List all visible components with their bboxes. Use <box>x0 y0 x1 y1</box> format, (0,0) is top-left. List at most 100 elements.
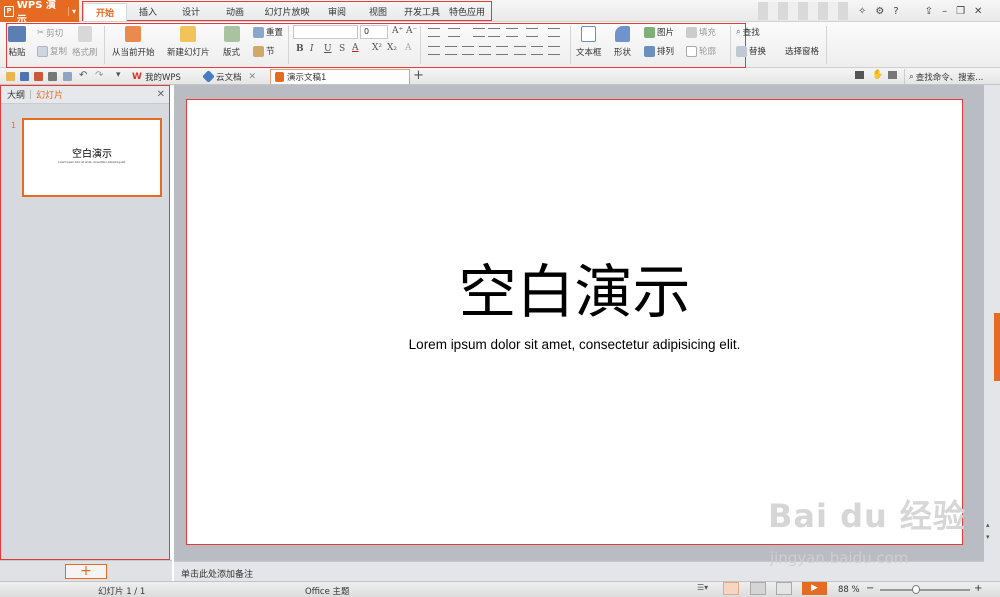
paragraph-spacing-icon[interactable] <box>531 46 543 55</box>
new-slide-button[interactable]: 新建幻灯片 <box>167 26 210 58</box>
doc-tab-cloud-docs[interactable]: 云文档 ✕ <box>200 69 260 84</box>
close-tab-icon[interactable]: ✕ <box>249 72 257 82</box>
slide-sorter-view-button[interactable] <box>750 582 766 595</box>
add-slide-button[interactable]: + <box>65 564 107 579</box>
tab-view[interactable]: 视图 <box>357 2 399 20</box>
play-slideshow-button[interactable]: ▶ <box>802 582 827 595</box>
tab-animation[interactable]: 动画 <box>213 2 257 20</box>
slide-subtitle[interactable]: Lorem ipsum dolor sit amet, consectetur … <box>187 337 962 352</box>
slide-title[interactable]: 空白演示 <box>187 245 962 329</box>
zoom-level[interactable]: 88 % <box>838 585 860 595</box>
find-button[interactable]: ⌕ 查找 <box>736 26 760 38</box>
restore-button[interactable]: ❐ <box>956 6 965 17</box>
align-center-icon[interactable] <box>445 46 457 55</box>
undo-icon[interactable]: ↶ <box>79 70 87 81</box>
normal-view-button[interactable] <box>723 582 739 595</box>
fill-button[interactable]: 填充 <box>686 26 716 38</box>
tab-review[interactable]: 审阅 <box>317 2 357 20</box>
text-box-button[interactable]: 文本框 <box>576 26 602 58</box>
reset-button[interactable]: 重置 <box>253 26 283 38</box>
text-direction-icon[interactable] <box>548 28 560 37</box>
increase-indent-icon[interactable] <box>488 28 500 37</box>
open-icon[interactable] <box>6 72 15 81</box>
tab-home[interactable]: 开始 <box>83 3 127 21</box>
pin-icon[interactable]: ⇪ <box>925 6 933 17</box>
chevron-down-icon[interactable]: ▾ <box>67 6 76 16</box>
print-preview-icon[interactable] <box>63 72 72 81</box>
close-button[interactable]: ✕ <box>974 6 982 17</box>
superscript-icon[interactable]: X² <box>372 43 382 53</box>
clear-format-icon[interactable]: A <box>405 43 412 53</box>
tab-insert[interactable]: 插入 <box>127 2 169 20</box>
line-spacing-icon[interactable] <box>506 28 518 37</box>
save-icon[interactable] <box>20 72 29 81</box>
select-pane-button[interactable]: 选择窗格 <box>785 45 819 57</box>
arrange-button[interactable]: 排列 <box>644 45 674 57</box>
minimize-button[interactable]: – <box>942 6 947 17</box>
skin-icon[interactable]: ✧ <box>858 6 866 17</box>
tab-special[interactable]: 特色应用 <box>445 2 489 20</box>
help-icon[interactable]: ? <box>893 6 898 17</box>
distribute-icon[interactable] <box>496 46 508 55</box>
layout-button[interactable]: 版式 <box>223 26 240 58</box>
redo-icon[interactable]: ↷ <box>95 70 103 81</box>
hand-icon[interactable]: ✋ <box>872 70 883 80</box>
italic-icon[interactable]: I <box>310 44 314 54</box>
font-color-icon[interactable]: A <box>352 43 359 53</box>
zoom-slider[interactable] <box>880 589 970 591</box>
strikethrough-icon[interactable]: S <box>339 44 345 54</box>
customize-dropdown-icon[interactable]: ▾ <box>116 70 121 80</box>
export-pdf-icon[interactable] <box>34 72 43 81</box>
section-button[interactable]: 节 <box>253 45 275 57</box>
subscript-icon[interactable]: X₂ <box>387 43 397 53</box>
zoom-out-icon[interactable]: − <box>866 583 874 594</box>
underline-icon[interactable]: U <box>324 44 332 54</box>
previous-slide-icon[interactable]: ▴ <box>986 521 990 529</box>
tab-developer[interactable]: 开发工具 <box>399 2 445 20</box>
bold-icon[interactable]: B <box>296 44 304 54</box>
print-icon[interactable] <box>48 72 57 81</box>
slide-canvas[interactable]: 空白演示 Lorem ipsum dolor sit amet, consect… <box>186 99 963 545</box>
side-panel-toggle[interactable] <box>994 313 1000 381</box>
format-painter-button[interactable]: 格式刷 <box>72 26 98 58</box>
bullet-list-icon[interactable] <box>428 28 440 37</box>
tab-outline[interactable]: 大纲 <box>7 88 25 101</box>
cut-button[interactable]: ✂ 剪切 <box>37 27 63 39</box>
next-slide-icon[interactable]: ▾ <box>986 533 990 541</box>
justify-icon[interactable] <box>479 46 491 55</box>
smartart-icon[interactable] <box>548 46 560 55</box>
zoom-in-icon[interactable]: + <box>974 583 982 594</box>
new-tab-icon[interactable]: + <box>413 68 424 83</box>
paste-button[interactable]: 粘贴 <box>8 26 26 58</box>
vertical-align-icon[interactable] <box>514 46 526 55</box>
reading-view-button[interactable] <box>776 582 792 595</box>
annotation-icon[interactable]: ☰▾ <box>697 583 708 592</box>
columns-icon[interactable] <box>526 28 538 37</box>
tab-design[interactable]: 设计 <box>169 2 213 20</box>
font-name-select[interactable] <box>293 25 358 39</box>
decrease-indent-icon[interactable] <box>473 28 485 37</box>
close-pane-icon[interactable]: ✕ <box>157 89 165 100</box>
tab-slideshow[interactable]: 幻灯片放映 <box>257 2 317 20</box>
copy-button[interactable]: 复制 <box>37 45 67 57</box>
align-left-icon[interactable] <box>428 46 440 55</box>
share-icon[interactable] <box>888 71 897 79</box>
doc-tab-presentation1[interactable]: 演示文稿1 <box>270 69 410 84</box>
align-right-icon[interactable] <box>462 46 474 55</box>
slide-thumbnail[interactable]: 空白演示 Lorem ipsum dolor sit amet, consect… <box>22 118 162 197</box>
font-size-select[interactable]: 0 <box>360 25 388 39</box>
grow-font-icon[interactable]: A⁺ <box>392 26 403 36</box>
comment-icon[interactable] <box>855 71 864 79</box>
doc-tab-my-wps[interactable]: W 我的WPS <box>128 69 185 84</box>
tab-slides[interactable]: 幻灯片 <box>36 88 63 101</box>
settings-icon[interactable]: ⚙ <box>875 6 884 17</box>
replace-button[interactable]: 替换 <box>736 45 766 57</box>
number-list-icon[interactable] <box>448 28 460 37</box>
outline-button[interactable]: 轮廓 <box>686 45 716 57</box>
shape-button[interactable]: 形状 <box>614 26 631 58</box>
picture-button[interactable]: 图片 <box>644 26 674 38</box>
zoom-slider-handle[interactable] <box>912 585 920 594</box>
shrink-font-icon[interactable]: A⁻ <box>406 26 417 36</box>
from-current-button[interactable]: 从当前开始 <box>112 26 155 58</box>
command-search[interactable]: ⌕ 查找命令、搜索... <box>904 69 983 84</box>
